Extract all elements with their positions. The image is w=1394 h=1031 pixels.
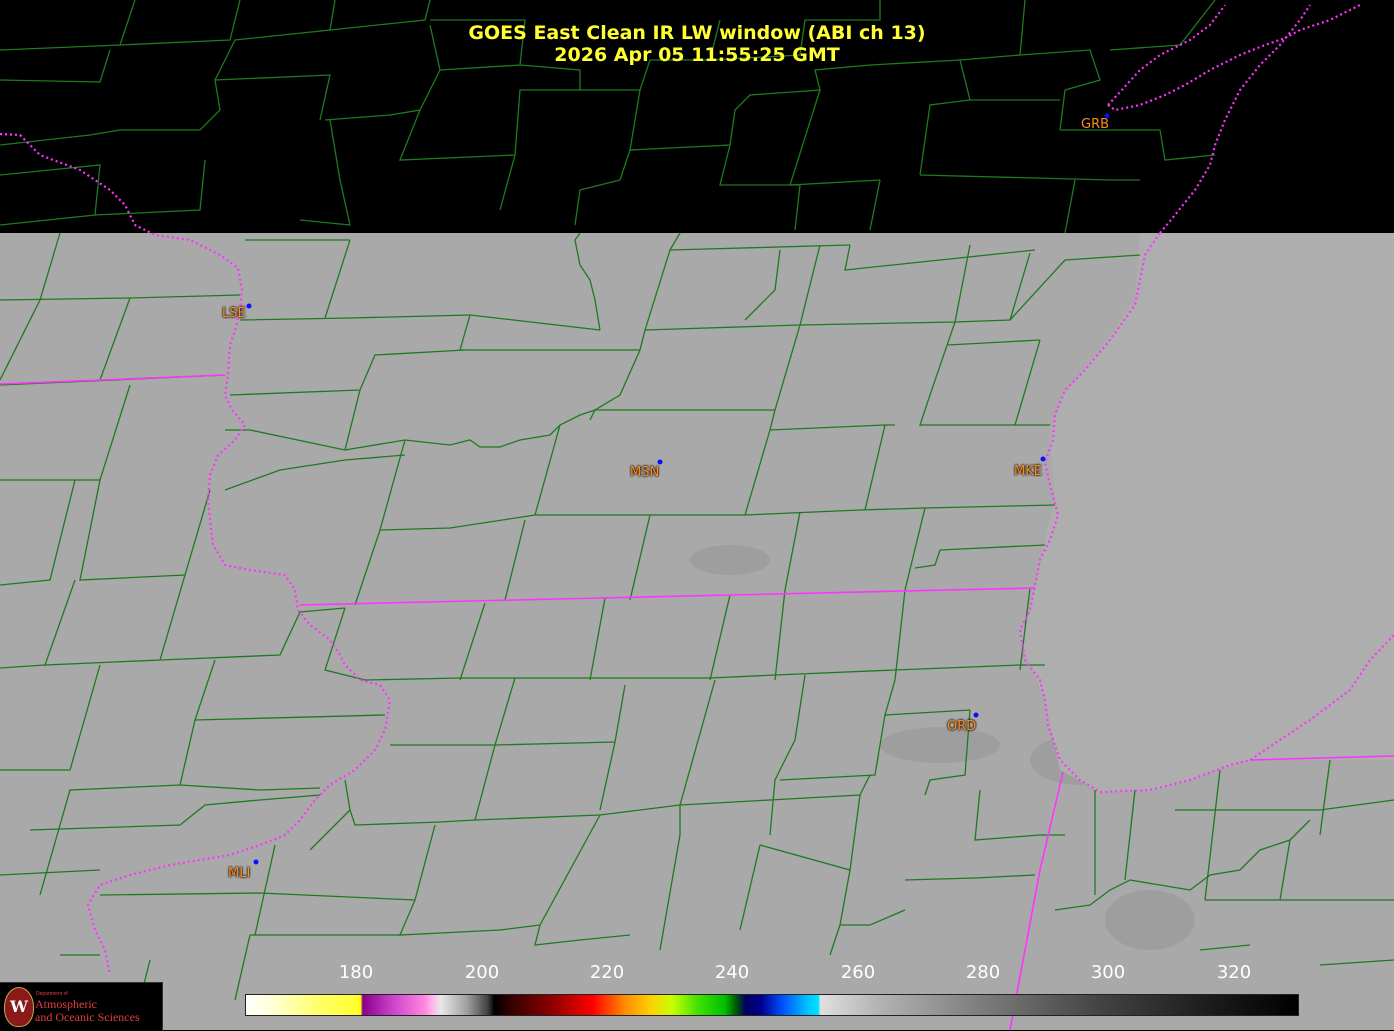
station-dot-mke bbox=[1040, 456, 1046, 462]
image-title: GOES East Clean IR LW window (ABI ch 13) bbox=[468, 22, 926, 44]
station-dot-ord bbox=[973, 712, 979, 718]
uw-seal-icon: W bbox=[4, 987, 34, 1027]
station-dot-msn bbox=[657, 459, 663, 465]
station-label-msn: MSN bbox=[630, 465, 660, 480]
station-label-mke: MKE bbox=[1014, 464, 1042, 479]
colorbar-tick-label: 300 bbox=[1090, 962, 1126, 983]
colorbar-tick-label: 200 bbox=[464, 962, 500, 983]
colorbar-tick-label: 240 bbox=[714, 962, 750, 983]
colorbar-tick-label: 180 bbox=[338, 962, 374, 983]
image-timestamp: 2026 Apr 05 11:55:25 GMT bbox=[554, 44, 840, 66]
station-label-ord: ORD bbox=[947, 719, 977, 734]
colorbar-tick-label: 260 bbox=[840, 962, 876, 983]
logo-line-2: and Oceanic Sciences bbox=[35, 1010, 140, 1024]
station-label-grb: GRB bbox=[1081, 117, 1110, 132]
satellite-map: GOES East Clean IR LW window (ABI ch 13)… bbox=[0, 0, 1394, 1031]
station-label-lse: LSE bbox=[222, 306, 246, 321]
colorbar-tick-label: 220 bbox=[589, 962, 625, 983]
colorbar-tick-label: 280 bbox=[965, 962, 1001, 983]
colorbar-tick-label: 320 bbox=[1216, 962, 1252, 983]
station-label-mli: MLI bbox=[228, 866, 251, 881]
aos-logo: W Department of Atmospheric and Oceanic … bbox=[0, 982, 163, 1031]
ir-imagery-map bbox=[0, 0, 1394, 1030]
station-dot-lse bbox=[246, 303, 252, 309]
station-dot-mli bbox=[253, 859, 259, 865]
temperature-colorbar bbox=[245, 994, 1299, 1016]
